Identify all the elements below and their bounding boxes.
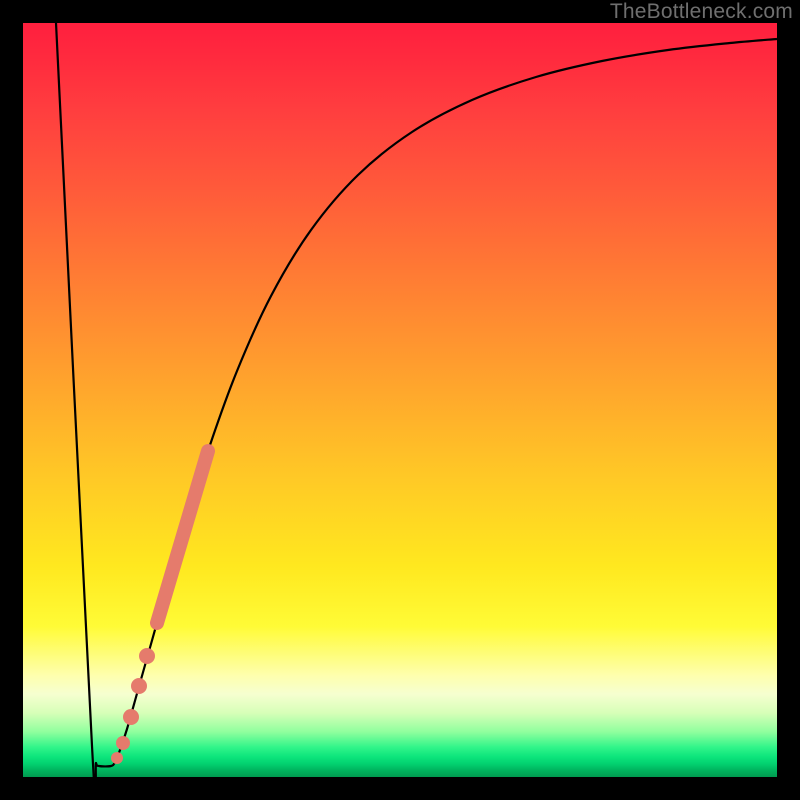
chart-svg [23,23,777,777]
overlay-thick-segment [157,451,208,623]
dot-2 [131,678,147,694]
dot-5 [111,752,123,764]
dot-1 [139,648,155,664]
watermark-text: TheBottleneck.com [610,0,793,24]
dot-3 [123,709,139,725]
bottleneck-curve [56,23,777,777]
plot-area [23,23,777,777]
chart-frame: TheBottleneck.com [0,0,800,800]
dot-4 [116,736,130,750]
